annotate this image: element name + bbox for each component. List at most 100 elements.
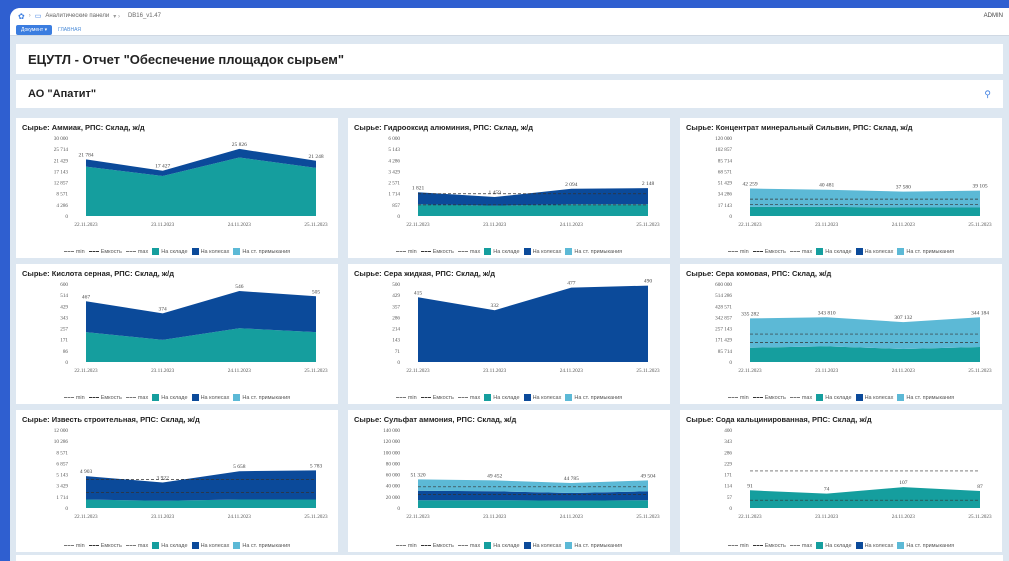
x-tick-label: 22.11.2023 [738, 514, 762, 520]
legend-item-na_primykaniya[interactable]: На ст. примыкания [565, 542, 622, 549]
app-logo-icon[interactable]: ✿ [18, 12, 25, 21]
legend-item-min[interactable]: min [727, 543, 749, 549]
legend-item-emkost[interactable]: Емкость [420, 249, 454, 255]
legend-item-na_sklade[interactable]: На складе [816, 248, 852, 255]
legend-item-na_sklade[interactable]: На складе [484, 394, 520, 401]
legend-item-na_primykaniya[interactable]: На ст. примыкания [565, 248, 622, 255]
legend-item-max[interactable]: max [457, 248, 481, 255]
legend-item-max[interactable]: max [125, 395, 148, 401]
legend-item-max[interactable]: max [789, 543, 812, 549]
series-area[interactable] [418, 204, 648, 216]
y-tick-label: 257 143 [715, 327, 732, 333]
legend-item-na_sklade[interactable]: На складе [152, 542, 188, 549]
legend-marker [63, 251, 74, 252]
legend-item-emkost[interactable]: Емкость [88, 249, 122, 255]
legend-item-na_primykaniya[interactable]: На ст. примыкания [897, 542, 954, 549]
chart-title: Сырье: Сульфат аммония, РПС: Склад, ж/д [354, 415, 517, 424]
series-area[interactable] [418, 285, 648, 362]
chart-card: Сырье: Известь строительная, РПС: Склад,… [16, 410, 338, 552]
legend-item-na_primykaniya[interactable]: На ст. примыкания [233, 542, 290, 549]
legend-item-na_sklade[interactable]: На складе [484, 248, 520, 255]
chart-title: Сырье: Сода кальцинированная, РПС: Склад… [686, 415, 872, 424]
document-menu-button[interactable]: Документ ▾ [16, 24, 53, 35]
legend-item-max[interactable]: max [789, 249, 812, 255]
legend-item-na_kolesah[interactable]: На колесах [523, 394, 561, 401]
legend-item-min[interactable]: min [63, 248, 85, 255]
series-area[interactable] [750, 206, 980, 216]
legend-item-na_primykaniya[interactable]: На ст. примыкания [565, 394, 622, 401]
legend-item-na_sklade[interactable]: На складе [152, 394, 188, 401]
legend-item-na_sklade[interactable]: На складе [816, 542, 852, 549]
legend-item-na_primykaniya[interactable]: На ст. примыкания [233, 394, 290, 401]
search-icon[interactable]: ⚲ [984, 89, 991, 100]
series-area[interactable] [86, 470, 316, 501]
legend-item-min[interactable]: min [727, 249, 749, 255]
legend-item-emkost[interactable]: Емкость [752, 248, 786, 255]
legend-label: На складе [825, 248, 852, 255]
breadcrumb-dashboards[interactable]: Аналитические панели [45, 13, 109, 19]
series-area[interactable] [418, 188, 648, 206]
y-tick-label: 40 000 [386, 484, 401, 490]
page-title-bar: ЕЦУТЛ - Отчет "Обеспечение площадок сырь… [16, 44, 1003, 74]
legend-label: min [75, 248, 85, 255]
series-area[interactable] [418, 479, 648, 493]
breadcrumb-document[interactable]: DB16_v1.47 [128, 13, 161, 19]
series-area[interactable] [86, 499, 316, 509]
legend-item-max[interactable]: max [125, 543, 148, 549]
series-area[interactable] [418, 500, 648, 508]
legend-item-max[interactable]: max [457, 543, 480, 549]
series-area[interactable] [750, 487, 980, 508]
data-label: 87 [977, 484, 983, 490]
legend-item-na_kolesah[interactable]: На колесах [191, 248, 229, 255]
folder-icon: ▭ [34, 13, 42, 20]
series-area[interactable] [750, 317, 980, 349]
legend-item-min[interactable]: min [395, 249, 417, 255]
legend-marker [523, 248, 531, 255]
legend-item-na_kolesah[interactable]: На колесах [855, 248, 893, 255]
legend-item-min[interactable]: min [727, 395, 749, 401]
legend-marker [752, 397, 763, 398]
y-tick-label: 0 [65, 360, 68, 366]
legend-item-na_primykaniya[interactable]: На ст. примыкания [233, 248, 290, 255]
legend-item-emkost[interactable]: Емкость [752, 395, 786, 401]
legend-item-max[interactable]: max [125, 249, 148, 255]
legend-item-emkost[interactable]: Емкость [88, 395, 122, 401]
y-tick-label: 0 [65, 214, 68, 220]
y-tick-label: 120 000 [715, 136, 732, 142]
series-area[interactable] [418, 490, 648, 501]
legend-item-na_kolesah[interactable]: На колесах [523, 248, 561, 255]
section-title: АО "Апатит" [28, 88, 97, 100]
legend-label: max [469, 248, 481, 255]
legend-item-min[interactable]: min [63, 543, 85, 549]
legend-marker [395, 251, 406, 252]
y-tick-label: 10 286 [54, 439, 69, 445]
legend-item-na_kolesah[interactable]: На колесах [855, 542, 893, 549]
legend-item-na_sklade[interactable]: На складе [484, 542, 520, 549]
tab-main[interactable]: ГЛАВНАЯ [52, 25, 87, 35]
legend-item-emkost[interactable]: Емкость [752, 543, 786, 549]
legend-item-na_kolesah[interactable]: На колесах [191, 394, 230, 401]
legend-item-na_primykaniya[interactable]: На ст. примыкания [897, 248, 954, 255]
legend-label: На колесах [200, 394, 230, 401]
legend-marker [457, 251, 468, 252]
legend-item-emkost[interactable]: Емкость [420, 543, 454, 549]
legend-item-na_kolesah[interactable]: На колесах [855, 394, 893, 401]
series-area[interactable] [750, 346, 980, 362]
legend-item-na_kolesah[interactable]: На колесах [523, 542, 561, 549]
legend-item-na_primykaniya[interactable]: На ст. примыкания [897, 394, 954, 401]
legend-item-min[interactable]: min [63, 395, 85, 401]
legend-item-max[interactable]: max [457, 395, 480, 401]
legend-item-na_sklade[interactable]: На складе [816, 394, 852, 401]
legend-item-min[interactable]: min [395, 543, 417, 549]
legend-item-na_kolesah[interactable]: На колесах [191, 542, 229, 549]
legend-item-na_sklade[interactable]: На складе [152, 248, 188, 255]
legend-item-max[interactable]: max [789, 395, 812, 401]
legend-item-emkost[interactable]: Емкость [88, 543, 122, 549]
legend-item-min[interactable]: min [395, 395, 417, 401]
legend-label: Емкость [764, 248, 786, 255]
chart-card: Сырье: Аммиак, РПС: Склад, ж/д 30 000 25 7… [16, 118, 338, 258]
legend-item-emkost[interactable]: Емкость [420, 395, 454, 401]
legend-marker [484, 248, 492, 255]
chevron-down-icon[interactable]: ▾ › [113, 13, 120, 20]
user-menu[interactable]: ADMIN [984, 13, 1003, 19]
